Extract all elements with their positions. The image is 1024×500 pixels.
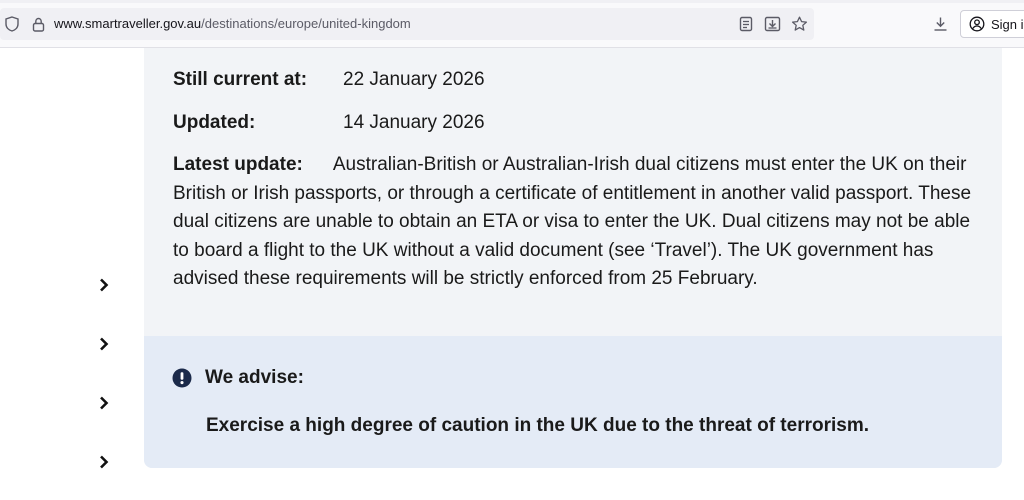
account-icon	[969, 16, 985, 32]
chevron-right-icon[interactable]	[96, 336, 112, 352]
lock-icon[interactable]	[29, 15, 47, 33]
bookmark-star-icon[interactable]	[790, 15, 808, 33]
updated-value: 14 January 2026	[343, 112, 485, 133]
alert-icon	[172, 368, 192, 388]
still-current-label: Still current at:	[173, 69, 308, 90]
chevron-right-icon[interactable]	[96, 454, 112, 470]
still-current-value: 22 January 2026	[343, 69, 485, 90]
downloads-icon[interactable]	[931, 15, 949, 33]
we-advise-panel: We advise: Exercise a high degree of cau…	[144, 336, 1002, 468]
save-page-icon[interactable]	[763, 15, 781, 33]
chevron-right-icon[interactable]	[96, 277, 112, 293]
chevron-right-icon[interactable]	[96, 395, 112, 411]
updated-label: Updated:	[173, 112, 256, 133]
url-path: /destinations/europe/united-kingdom	[201, 16, 411, 31]
shield-icon[interactable]	[3, 15, 21, 33]
sign-in-button[interactable]: Sign in	[960, 10, 1024, 38]
browser-toolbar: www.smartraveller.gov.au/destinations/eu…	[0, 0, 1024, 48]
url-text[interactable]: www.smartraveller.gov.au/destinations/eu…	[54, 16, 411, 31]
we-advise-title: We advise:	[205, 367, 304, 388]
latest-update-label: Latest update:	[173, 154, 303, 175]
page-content: Still current at: 22 January 2026 Update…	[0, 48, 1024, 500]
url-host: www.smartraveller.gov.au	[54, 16, 202, 31]
address-bar[interactable]: www.smartraveller.gov.au/destinations/eu…	[0, 8, 814, 40]
tab-strip-edge	[0, 0, 1024, 3]
we-advise-heading: We advise:	[172, 367, 304, 389]
travel-advice-card: Still current at: 22 January 2026 Update…	[144, 48, 1002, 468]
sign-in-label: Sign in	[991, 16, 1024, 32]
latest-update: Latest update: Australian-British or Aust…	[173, 151, 983, 294]
reader-view-icon[interactable]	[737, 15, 755, 33]
advice-level-message: Exercise a high degree of caution in the…	[206, 415, 870, 436]
